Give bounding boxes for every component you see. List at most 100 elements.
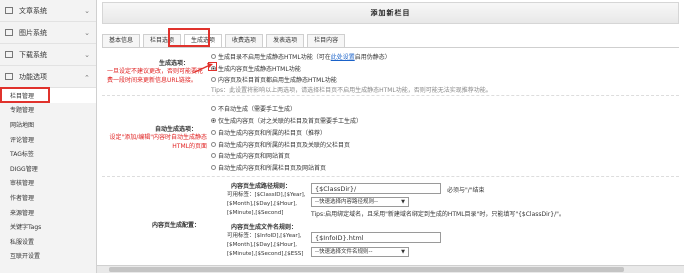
sidebar-item-sitemap[interactable]: 网站地图 [0,117,96,132]
radio-button[interactable] [211,153,216,158]
option-label: 不自动生成（需要手工生成） [218,106,297,113]
chevron-up-icon: ⌄ [84,72,90,81]
gen-option-2[interactable]: 生成内容页生成静态HTML功能 [211,64,301,73]
sidebar-item-author[interactable]: 作者管理 [0,190,96,205]
path-vars-line: [$Month],[$Day],[$Hour], [227,201,297,208]
nav-group-label: 下载系统 [19,50,47,59]
sidebar-item-label: 作者管理 [10,194,35,202]
auto-section-note: 设定"添加/编辑"内容时自动生成静态HTML的页面 [109,134,207,150]
file-vars-line: 可用标签：[$InfoID],[$Year], [227,233,302,239]
tab-charge-options[interactable]: 收费选项 [225,34,264,47]
sidebar-item-label: 审核管理 [10,180,35,188]
radio-button[interactable] [211,165,216,170]
option-label: 自动生成内容页和网站首页 [218,153,291,160]
tab-column-content[interactable]: 栏目内容 [307,34,346,47]
chevron-down-icon: ⌄ [84,6,90,15]
option-label: 自动生成内容页和所属的栏目页及关联的父栏目页 [218,142,351,149]
path-suffix: 必须与"/"结束 [447,187,485,194]
nav-group-label: 文章系统 [19,6,47,15]
gen-section-title: 生成选项： [159,60,190,67]
sidebar-item-digg[interactable]: DIGG管理 [0,161,96,176]
option-label: 生成内容页生成静态HTML功能 [218,66,301,73]
auto-option-2[interactable]: 仅生成内容页（对之关联的栏目及首页需要手工生成） [211,116,362,125]
path-tip: Tips:启用绑定域名，且采用"新建域名绑定到生成的HTML目录"时，只能填写"… [311,211,565,218]
option-label: 自动生成内容页和所属的栏目页（推荐） [218,130,327,137]
path-rule-input[interactable]: {$ClassDir}/ [311,183,441,194]
path-vars-line: 可用标签：[$ClassID],[$Year], [227,192,306,198]
scrollbar-thumb[interactable] [109,267,624,272]
gen-option-3[interactable]: 内容页及栏目首页都启用生成静态HTML功能 [211,75,337,84]
radio-button[interactable] [211,130,216,135]
file-vars-line: [$Month],[$Day],[$Hour], [227,242,297,249]
horizontal-scrollbar[interactable] [97,265,684,273]
chevron-down-icon: ▼ [401,249,405,255]
radio-button-selected[interactable] [211,118,216,123]
file-rule-label: 内容页生成文件名规则： [231,224,298,231]
article-icon [5,7,13,14]
file-vars: 可用标签：[$InfoID],[$Year], [$Month],[$Day],… [227,232,303,260]
tab-publish-options[interactable]: 发表选项 [266,34,305,47]
sidebar-item-label: DIGG管理 [10,165,38,173]
nav-group-download[interactable]: 下载系统 ⌄ [0,44,96,66]
sidebar-item-private[interactable]: 私服设置 [0,234,96,249]
highlight-box-tab [168,28,210,47]
select-value: --快速选择文件名规则-- [315,249,373,255]
image-icon [5,29,13,36]
radio-button[interactable] [211,142,216,147]
sidebar-item-label: 评论管理 [10,136,35,144]
sidebar-item-label: 互联开设置 [10,253,41,261]
sidebar-item-source[interactable]: 来源管理 [0,205,96,220]
main-panel: 添加新栏目 基本信息 栏目选项 生成选项 收费选项 发表选项 栏目内容 生成选项… [97,0,684,273]
file-rule-select[interactable]: --快速选择文件名规则-- ▼ [311,247,409,257]
auto-section-title: 自动生成选项： [155,126,198,133]
nav-group-article[interactable]: 文章系统 ⌄ [0,0,96,22]
nav-group-function[interactable]: 功能选项 ⌄ [0,66,96,88]
file-vars-line: [$Minute],[$Second],[$ESS] [227,251,304,258]
sidebar-item-label: 专题管理 [10,107,35,115]
path-vars: 可用标签：[$ClassID],[$Year], [$Month],[$Day]… [227,191,306,219]
tab-divider [102,47,679,48]
download-icon [5,51,13,58]
nav-group-label: 功能选项 [19,72,47,81]
path-rule-select[interactable]: --快速选择内容路径规则-- ▼ [311,197,409,207]
settings-link[interactable]: 此处设置 [331,52,355,61]
arrow-icon [194,63,213,73]
auto-option-5[interactable]: 自动生成内容页和网站首页 [211,151,290,160]
sidebar-item-tag[interactable]: TAG标签 [0,146,96,161]
monitor-icon [5,73,13,80]
file-rule-input[interactable]: {$InfoID}.html [311,232,441,243]
sidebar-item-special[interactable]: 专题管理 [0,103,96,118]
sidebar-item-review[interactable]: 审核管理 [0,176,96,191]
auto-option-3[interactable]: 自动生成内容页和所属的栏目页（推荐） [211,128,326,137]
sidebar-item-label: TAG标签 [10,151,34,159]
sidebar-item-label: 私服设置 [10,238,35,246]
option-label: 自动生成内容页和所属栏目页及网站首页 [218,165,327,172]
chevron-down-icon: ▼ [401,199,405,205]
path-rule-label: 内容页生成路径规则： [231,183,292,190]
section-divider [102,95,679,96]
path-vars-line: [$Minute],[$Second] [227,210,284,217]
auto-option-4[interactable]: 自动生成内容页和所属的栏目页及关联的父栏目页 [211,140,350,149]
radio-button[interactable] [211,106,216,111]
gen-section-note: 一旦设定不建议更改，否则可能要花费一段时间来更新信息URL链接。 [107,68,204,84]
sidebar-item-keywords[interactable]: 关键字Tags [0,219,96,234]
sidebar-item-comments[interactable]: 评论管理 [0,132,96,147]
section-divider [102,176,679,177]
nav-group-label: 图片系统 [19,28,47,37]
tab-bar: 基本信息 栏目选项 生成选项 收费选项 发表选项 栏目内容 [102,34,348,47]
option-label: 内容页及栏目首页都启用生成静态HTML功能 [218,77,337,84]
radio-button[interactable] [211,77,216,82]
gen-tip: Tips：此设置将影响以上两选项，请选择栏目页不启用生成静态HTML功能，否则可… [211,87,492,94]
sidebar-item-interconnect[interactable]: 互联开设置 [0,249,96,264]
page-title: 添加新栏目 [102,2,679,24]
chevron-down-icon: ⌄ [84,50,90,59]
sidebar-item-label: 网站地图 [10,121,35,129]
tab-basic[interactable]: 基本信息 [102,34,141,47]
auto-option-1[interactable]: 不自动生成（需要手工生成） [211,104,296,113]
gen-option-1[interactable]: 生成目录不启用生成静态HTML功能（可在 此处设置 启用伪静态） [211,52,391,61]
nav-group-image[interactable]: 图片系统 ⌄ [0,22,96,44]
select-value: --快速选择内容路径规则-- [315,199,378,205]
auto-option-6[interactable]: 自动生成内容页和所属栏目页及网站首页 [211,163,326,172]
sidebar: 文章系统 ⌄ 图片系统 ⌄ 下载系统 ⌄ 功能选项 ⌄ 栏目管理 专题管理 网站… [0,0,97,273]
option-label-suffix: 启用伪静态） [354,54,391,61]
